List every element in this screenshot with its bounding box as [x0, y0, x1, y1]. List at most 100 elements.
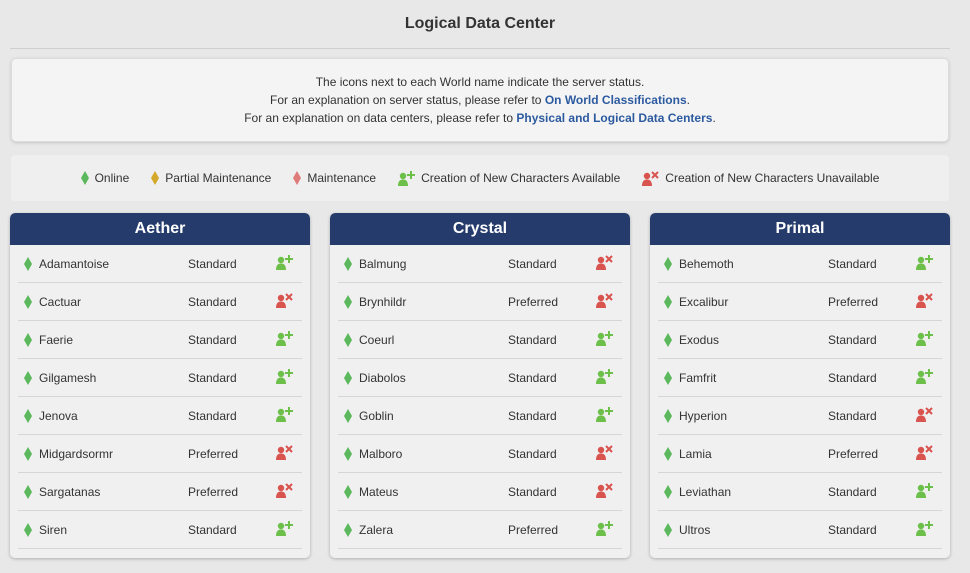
world-row[interactable]: Faerie Standard: [18, 321, 302, 359]
world-row[interactable]: Ultros Standard: [658, 511, 942, 549]
online-diamond-icon: [664, 371, 672, 385]
online-diamond-icon: [80, 171, 89, 185]
world-row[interactable]: Lamia Preferred: [658, 435, 942, 473]
legend-partial-maintenance: Partial Maintenance: [151, 171, 271, 185]
world-classification: Preferred: [828, 447, 879, 461]
online-diamond-icon: [664, 257, 672, 271]
partial-maintenance-diamond-icon: [151, 171, 160, 185]
world-classification: Preferred: [508, 523, 559, 537]
world-name: Sargatanas: [39, 485, 101, 499]
info-line-3: For an explanation on data centers, plea…: [244, 109, 716, 127]
online-diamond-icon: [24, 371, 32, 385]
character-creation-unavailable-icon: [276, 293, 293, 308]
online-diamond-icon: [344, 371, 352, 385]
character-creation-available-icon: [596, 407, 613, 422]
world-classification: Standard: [188, 523, 237, 537]
world-row[interactable]: Cactuar Standard: [18, 283, 302, 321]
world-name: Famfrit: [679, 371, 717, 385]
world-row[interactable]: Leviathan Standard: [658, 473, 942, 511]
world-name: Ultros: [679, 523, 711, 537]
world-classification: Standard: [508, 257, 557, 271]
info-line-2: For an explanation on server status, ple…: [270, 91, 690, 109]
character-creation-unavailable-icon: [596, 293, 613, 308]
character-creation-available-icon: [596, 369, 613, 384]
datacenter-primal: Primal Behemoth Standard Excalibur Preferred…: [650, 213, 950, 558]
character-creation-available-icon: [916, 521, 933, 536]
world-name: Excalibur: [679, 295, 729, 309]
legend-creation-unavailable-label: Creation of New Characters Unavailable: [665, 171, 880, 185]
world-classification: Standard: [188, 409, 237, 423]
online-diamond-icon: [664, 447, 672, 461]
world-classifications-link[interactable]: On World Classifications: [545, 93, 687, 107]
info-line-2-text: For an explanation on server status, ple…: [270, 93, 545, 107]
world-name: Zalera: [359, 523, 394, 537]
world-row[interactable]: Midgardsormr Preferred: [18, 435, 302, 473]
world-classification: Standard: [188, 333, 237, 347]
world-row[interactable]: Malboro Standard: [338, 435, 622, 473]
world-row[interactable]: Diabolos Standard: [338, 359, 622, 397]
world-name: Midgardsormr: [39, 447, 114, 461]
world-classification: Preferred: [188, 447, 239, 461]
world-row[interactable]: Jenova Standard: [18, 397, 302, 435]
character-creation-unavailable-icon: [916, 407, 933, 422]
legend-online-label: Online: [94, 171, 130, 185]
world-name: Jenova: [39, 409, 78, 423]
character-creation-available-icon: [596, 521, 613, 536]
world-row[interactable]: Coeurl Standard: [338, 321, 622, 359]
world-row[interactable]: Balmung Standard: [338, 245, 622, 283]
info-line-3-text: For an explanation on data centers, plea…: [244, 111, 517, 125]
world-row[interactable]: Gilgamesh Standard: [18, 359, 302, 397]
world-classification: Standard: [188, 257, 237, 271]
datacenter-crystal: Crystal Balmung Standard Brynhildr Preferred…: [330, 213, 630, 558]
world-classification: Standard: [188, 295, 237, 309]
online-diamond-icon: [344, 409, 352, 423]
world-classification: Standard: [508, 371, 557, 385]
world-classification: Standard: [828, 409, 877, 423]
world-row[interactable]: Adamantoise Standard: [18, 245, 302, 283]
online-diamond-icon: [344, 447, 352, 461]
world-row[interactable]: Behemoth Standard: [658, 245, 942, 283]
world-row[interactable]: Excalibur Preferred: [658, 283, 942, 321]
online-diamond-icon: [24, 257, 32, 271]
world-name: Goblin: [359, 409, 394, 423]
world-row[interactable]: Hyperion Standard: [658, 397, 942, 435]
online-diamond-icon: [24, 333, 32, 347]
character-creation-unavailable-icon: [916, 445, 933, 460]
legend-online: Online: [80, 171, 130, 185]
character-creation-unavailable-icon: [596, 483, 613, 498]
character-creation-available-icon: [916, 483, 933, 498]
info-box: The icons next to each World name indica…: [11, 58, 949, 142]
character-creation-unavailable-icon: [642, 170, 659, 186]
world-row[interactable]: Siren Standard: [18, 511, 302, 549]
online-diamond-icon: [24, 295, 32, 309]
character-creation-unavailable-icon: [596, 255, 613, 270]
character-creation-available-icon: [276, 407, 293, 422]
world-row[interactable]: Brynhildr Preferred: [338, 283, 622, 321]
legend-creation-unavailable: Creation of New Characters Unavailable: [642, 170, 880, 186]
world-classification: Standard: [828, 333, 877, 347]
world-row[interactable]: Zalera Preferred: [338, 511, 622, 549]
world-row[interactable]: Famfrit Standard: [658, 359, 942, 397]
datacenter-header: Primal: [650, 213, 950, 245]
world-row[interactable]: Mateus Standard: [338, 473, 622, 511]
online-diamond-icon: [24, 523, 32, 537]
world-row[interactable]: Sargatanas Preferred: [18, 473, 302, 511]
world-name: Balmung: [359, 257, 407, 271]
world-row[interactable]: Goblin Standard: [338, 397, 622, 435]
world-name: Coeurl: [359, 333, 395, 347]
character-creation-unavailable-icon: [276, 445, 293, 460]
world-name: Malboro: [359, 447, 403, 461]
world-classification: Standard: [828, 371, 877, 385]
online-diamond-icon: [664, 333, 672, 347]
world-name: Behemoth: [679, 257, 734, 271]
world-classification: Standard: [188, 371, 237, 385]
legend-maintenance-label: Maintenance: [307, 171, 377, 185]
world-classification: Preferred: [828, 295, 879, 309]
world-classification: Standard: [828, 523, 877, 537]
world-row[interactable]: Exodus Standard: [658, 321, 942, 359]
online-diamond-icon: [664, 409, 672, 423]
data-centers-link[interactable]: Physical and Logical Data Centers: [516, 111, 712, 125]
world-name: Cactuar: [39, 295, 82, 309]
online-diamond-icon: [24, 409, 32, 423]
info-line-1: The icons next to each World name indica…: [315, 75, 645, 89]
